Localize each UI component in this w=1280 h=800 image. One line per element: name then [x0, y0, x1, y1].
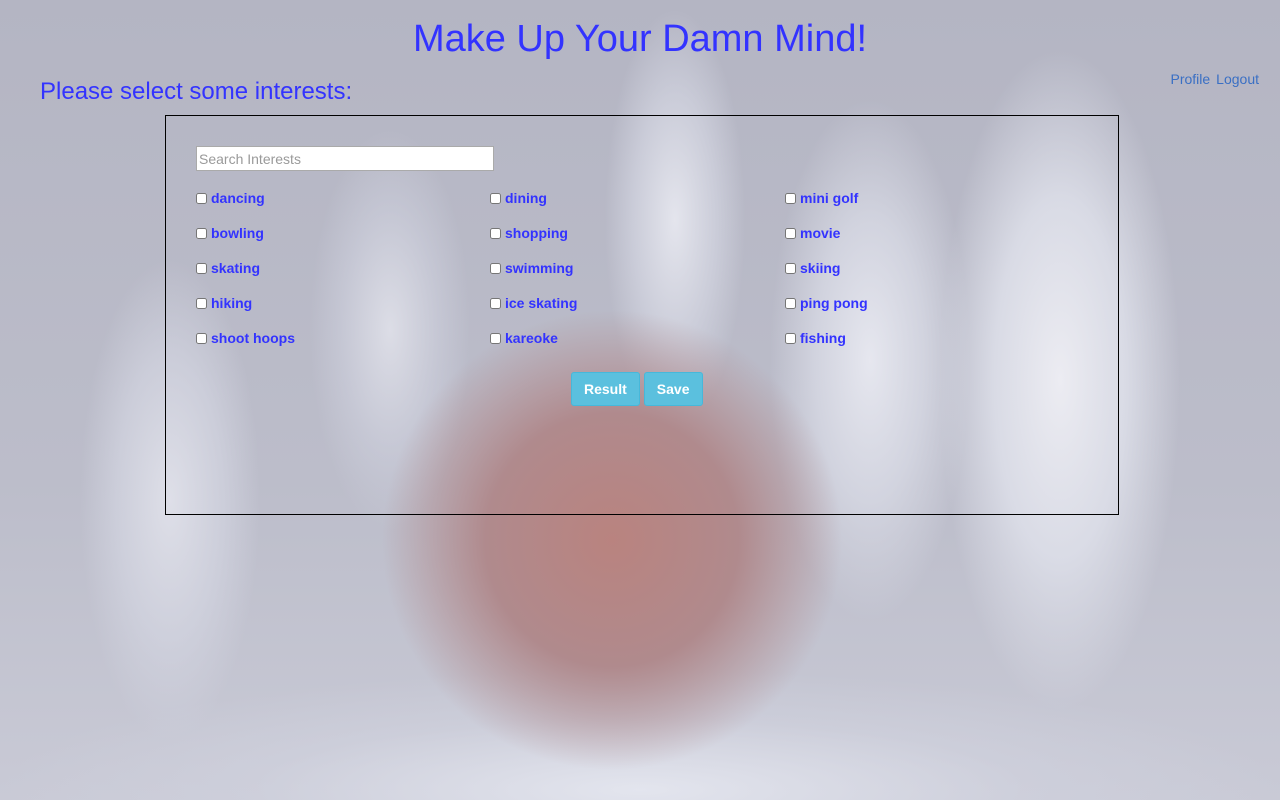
top-nav: Profile Logout: [1170, 71, 1259, 87]
interest-checkbox[interactable]: [196, 227, 207, 239]
interests-grid: dancing dining mini golf bowling shoppin…: [196, 188, 1096, 363]
interest-label: dining: [505, 190, 547, 206]
interest-checkbox[interactable]: [785, 332, 796, 344]
interest-checkbox[interactable]: [490, 227, 501, 239]
action-buttons: Result Save: [571, 372, 703, 406]
interest-checkbox[interactable]: [490, 262, 501, 274]
interest-label: bowling: [211, 225, 264, 241]
interest-option[interactable]: dining: [490, 188, 785, 208]
interest-label: skiing: [800, 260, 841, 276]
interest-label: mini golf: [800, 190, 859, 206]
interest-label: swimming: [505, 260, 574, 276]
interest-option[interactable]: fishing: [785, 328, 1085, 348]
profile-link[interactable]: Profile: [1170, 71, 1210, 87]
page-title: Make Up Your Damn Mind!: [412, 18, 868, 60]
interest-label: shopping: [505, 225, 568, 241]
interest-label: ping pong: [800, 295, 868, 311]
interest-option[interactable]: skating: [196, 258, 490, 278]
interest-checkbox[interactable]: [196, 192, 207, 204]
interest-checkbox[interactable]: [196, 332, 207, 344]
interest-label: shoot hoops: [211, 330, 295, 346]
interests-panel: dancing dining mini golf bowling shoppin…: [165, 115, 1119, 515]
interest-checkbox[interactable]: [785, 227, 796, 239]
interest-option[interactable]: ice skating: [490, 293, 785, 313]
interest-option[interactable]: shopping: [490, 223, 785, 243]
result-button[interactable]: Result: [571, 372, 640, 406]
logout-link[interactable]: Logout: [1216, 71, 1259, 87]
interest-option[interactable]: dancing: [196, 188, 490, 208]
interest-option[interactable]: movie: [785, 223, 1085, 243]
search-input[interactable]: [196, 146, 494, 171]
interest-option[interactable]: hiking: [196, 293, 490, 313]
interest-checkbox[interactable]: [196, 297, 207, 309]
interest-option[interactable]: skiing: [785, 258, 1085, 278]
interest-label: dancing: [211, 190, 265, 206]
interest-checkbox[interactable]: [785, 192, 796, 204]
interest-option[interactable]: ping pong: [785, 293, 1085, 313]
interests-heading: Please select some interests:: [40, 78, 353, 105]
interest-checkbox[interactable]: [490, 332, 501, 344]
interest-checkbox[interactable]: [490, 192, 501, 204]
interest-label: kareoke: [505, 330, 558, 346]
interest-label: skating: [211, 260, 261, 276]
interest-option[interactable]: bowling: [196, 223, 490, 243]
interest-checkbox[interactable]: [196, 262, 207, 274]
interest-label: movie: [800, 225, 841, 241]
interest-option[interactable]: mini golf: [785, 188, 1085, 208]
interest-label: fishing: [800, 330, 846, 346]
save-button[interactable]: Save: [643, 372, 703, 406]
interest-option[interactable]: shoot hoops: [196, 328, 490, 348]
interest-checkbox[interactable]: [490, 297, 501, 309]
interest-checkbox[interactable]: [785, 297, 796, 309]
interest-checkbox[interactable]: [785, 262, 796, 274]
interest-label: hiking: [211, 295, 253, 311]
interest-option[interactable]: swimming: [490, 258, 785, 278]
interest-label: ice skating: [505, 295, 578, 311]
interest-option[interactable]: kareoke: [490, 328, 785, 348]
